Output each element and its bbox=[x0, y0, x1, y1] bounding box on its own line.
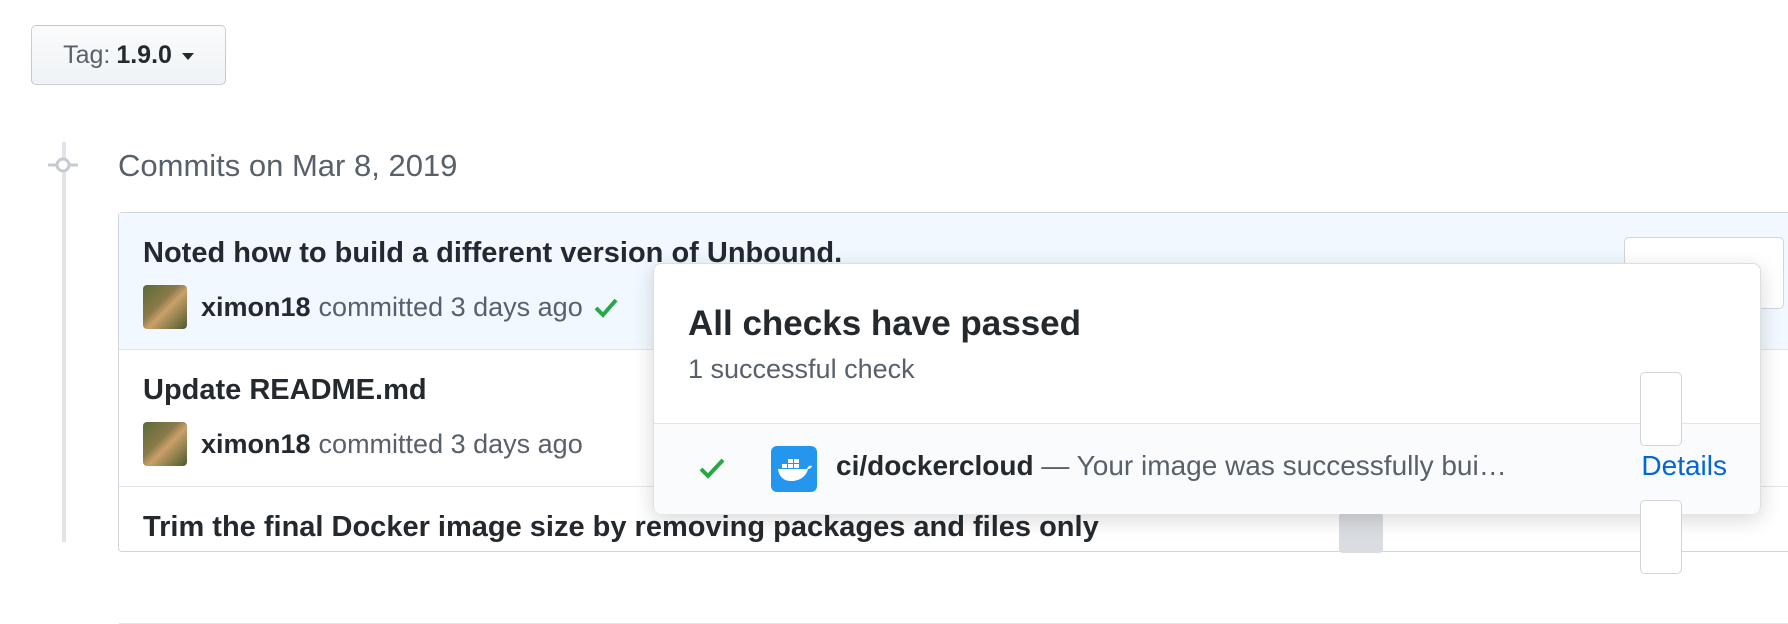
status-check-description: ci/dockercloud — Your image was successf… bbox=[836, 450, 1507, 482]
check-icon bbox=[699, 458, 725, 479]
tag-selector-value: 1.9.0 bbox=[116, 40, 172, 69]
commit-time: 3 days ago bbox=[450, 291, 583, 322]
browse-button[interactable] bbox=[1640, 500, 1682, 574]
timeline-line bbox=[62, 142, 66, 542]
status-check-context: ci/dockercloud bbox=[836, 450, 1034, 481]
avatar[interactable] bbox=[143, 285, 187, 329]
commit-title-link[interactable]: Update README.md bbox=[143, 374, 427, 407]
commit-author-link[interactable]: ximon18 bbox=[201, 292, 311, 323]
browse-button[interactable] bbox=[1640, 372, 1682, 446]
status-check-row: ci/dockercloud — Your image was successf… bbox=[654, 424, 1760, 514]
status-check-text: — Your image was successfully bui… bbox=[1033, 450, 1507, 481]
popover-subtitle: 1 successful check bbox=[688, 354, 915, 384]
commit-action: committed bbox=[318, 291, 444, 322]
popover-title: All checks have passed bbox=[688, 304, 1081, 343]
tag-selector-prefix: Tag: bbox=[63, 40, 111, 69]
commit-group-title: Commits on Mar 8, 2019 bbox=[118, 148, 458, 183]
status-checks-popover: All checks have passed 1 successful chec… bbox=[653, 263, 1761, 514]
commit-meta: ximon18 committed 3 days ago bbox=[143, 285, 619, 329]
commit-time: 3 days ago bbox=[450, 428, 583, 459]
commit-action: committed bbox=[318, 428, 444, 459]
commit-meta: ximon18 committed 3 days ago bbox=[143, 422, 583, 466]
ellipsis-button[interactable] bbox=[1339, 513, 1383, 553]
check-icon[interactable] bbox=[593, 296, 619, 318]
tag-selector-button[interactable]: Tag: 1.9.0 bbox=[31, 25, 226, 85]
details-link[interactable]: Details bbox=[1641, 450, 1727, 482]
git-commit-icon bbox=[48, 157, 78, 173]
commit-author-link[interactable]: ximon18 bbox=[201, 429, 311, 460]
avatar[interactable] bbox=[143, 422, 187, 466]
chevron-down-icon bbox=[181, 53, 194, 60]
docker-icon bbox=[771, 446, 817, 492]
